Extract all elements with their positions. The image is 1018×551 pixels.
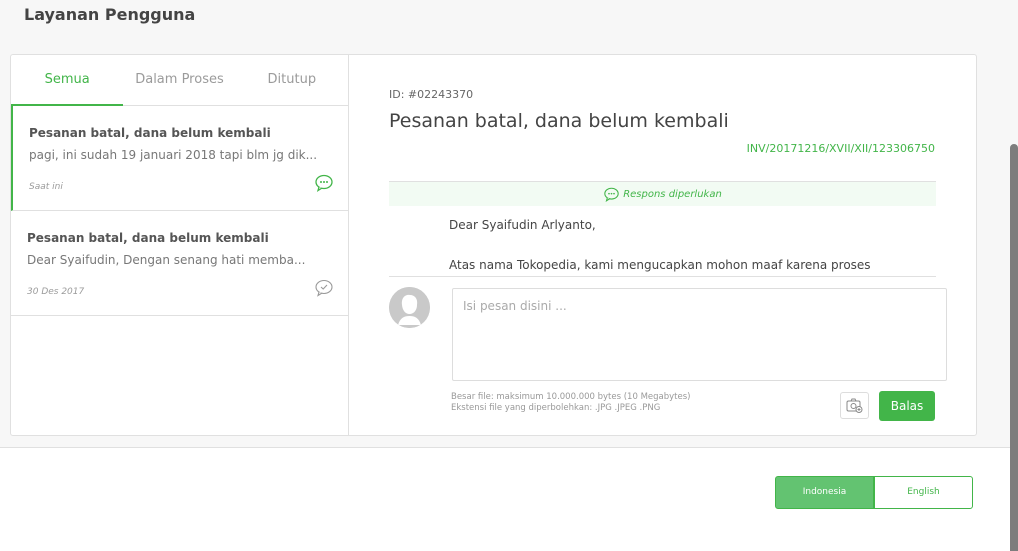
chat-pending-icon [315, 174, 333, 192]
user-avatar-icon [389, 287, 430, 328]
ticket-title: Pesanan batal, dana belum kembali [29, 126, 271, 140]
ticket-sidebar: Semua Dalam Proses Ditutup Pesanan batal… [11, 55, 349, 435]
tab-semua[interactable]: Semua [11, 55, 124, 106]
invoice-link[interactable]: INV/20171216/XVII/XII/123306750 [747, 142, 935, 155]
reply-send-button[interactable]: Balas [879, 391, 935, 421]
scrollbar[interactable] [1010, 144, 1018, 551]
ticket-snippet: Dear Syaifudin, Dengan senang hati memba… [27, 253, 306, 267]
status-banner: Respons diperlukan [389, 181, 936, 206]
language-toggle: Indonesia English [775, 476, 973, 509]
ticket-id: ID: #02243370 [389, 88, 474, 101]
camera-add-icon [846, 398, 863, 413]
status-text: Respons diperlukan [623, 189, 722, 200]
ticket-list-item[interactable]: Pesanan batal, dana belum kembali pagi, … [11, 106, 348, 211]
language-english-button[interactable]: English [874, 476, 973, 509]
reply-message-input[interactable] [452, 288, 947, 381]
message-body: Dear Syaifudin Arlyanto, Atas nama Tokop… [449, 215, 871, 295]
message-greeting: Dear Syaifudin Arlyanto, [449, 218, 596, 232]
tab-dalam-proses[interactable]: Dalam Proses [123, 55, 235, 105]
customer-service-panel: Semua Dalam Proses Ditutup Pesanan batal… [10, 54, 977, 436]
ticket-detail: ID: #02243370 Pesanan batal, dana belum … [389, 55, 976, 435]
ticket-snippet: pagi, ini sudah 19 januari 2018 tapi blm… [29, 148, 318, 162]
divider [389, 276, 936, 277]
ticket-date: 30 Des 2017 [27, 287, 85, 297]
page-title: Layanan Pengguna [24, 5, 196, 24]
file-info: Besar file: maksimum 10.000.000 bytes (1… [451, 392, 690, 414]
language-indonesia-button[interactable]: Indonesia [775, 476, 874, 509]
ticket-list-item[interactable]: Pesanan batal, dana belum kembali Dear S… [11, 211, 348, 316]
tab-ditutup[interactable]: Ditutup [236, 55, 348, 105]
ticket-title: Pesanan batal, dana belum kembali [27, 231, 269, 245]
chat-pending-icon [604, 187, 619, 202]
message-text: Atas nama Tokopedia, kami mengucapkan mo… [449, 258, 871, 272]
file-size-info: Besar file: maksimum 10.000.000 bytes (1… [451, 392, 691, 402]
ticket-detail-title: Pesanan batal, dana belum kembali [389, 110, 729, 132]
avatar [389, 287, 430, 328]
footer: Indonesia English [0, 447, 1018, 551]
file-ext-info: Ekstensi file yang diperbolehkan: .JPG .… [451, 403, 661, 413]
ticket-date: Saat ini [29, 182, 63, 192]
chat-resolved-icon [315, 279, 333, 297]
ticket-tabs: Semua Dalam Proses Ditutup [11, 55, 348, 106]
attach-image-button[interactable] [840, 392, 869, 419]
